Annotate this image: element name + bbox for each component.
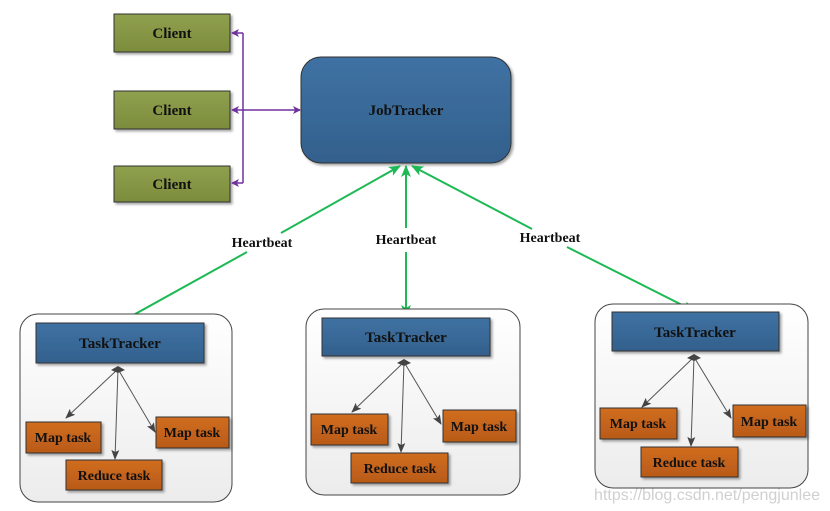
map-task-label: Map task <box>35 431 92 446</box>
tasktracker-label: TaskTracker <box>79 336 161 352</box>
client-label: Client <box>152 103 191 119</box>
map-task-box-2[interactable]: Map task <box>442 409 517 443</box>
heartbeat-arrow-right-up <box>411 165 533 230</box>
map-task-box-2[interactable]: Map task <box>732 404 807 438</box>
map-task-label: Map task <box>164 426 221 441</box>
map-task-label: Map task <box>741 415 798 430</box>
tasktracker-box[interactable]: TaskTracker <box>321 317 491 357</box>
heartbeat-label-right: Heartbeat <box>520 231 581 246</box>
reduce-task-label: Reduce task <box>364 462 437 477</box>
heartbeat-label-left: Heartbeat <box>232 236 293 251</box>
heartbeat-arrow-right-down <box>566 246 695 312</box>
heartbeat-arrow-left-down <box>118 251 248 324</box>
client-connector <box>231 29 301 187</box>
client-label: Client <box>152 26 191 42</box>
heartbeat-label-center: Heartbeat <box>376 233 437 248</box>
tasktracker-node-2: TaskTracker Map task Map task Reduce tas… <box>305 308 521 496</box>
tasktracker-label: TaskTracker <box>654 325 736 341</box>
watermark: https://blog.csdn.net/pengjunlee <box>594 487 820 504</box>
tasktracker-node-3: TaskTracker Map task Map task Reduce tas… <box>594 303 809 489</box>
map-task-label: Map task <box>451 420 508 435</box>
heartbeat-arrow-left-up <box>280 165 401 234</box>
client-box-1[interactable]: Client <box>113 13 231 53</box>
reduce-task-box[interactable]: Reduce task <box>640 446 739 478</box>
map-task-box-1[interactable]: Map task <box>310 413 389 446</box>
tasktracker-box[interactable]: TaskTracker <box>611 311 780 352</box>
map-task-box-1[interactable]: Map task <box>25 421 102 454</box>
client-label: Client <box>152 177 191 193</box>
diagram-canvas: Client Client Client JobTracker Heartbea… <box>19 13 820 504</box>
map-task-box-2[interactable]: Map task <box>155 416 230 449</box>
reduce-task-label: Reduce task <box>653 456 726 471</box>
reduce-task-label: Reduce task <box>78 469 151 484</box>
tasktracker-node-1: TaskTracker Map task Map task Reduce tas… <box>19 313 233 503</box>
jobtracker-box[interactable]: JobTracker <box>300 56 512 164</box>
map-task-label: Map task <box>610 417 667 432</box>
map-task-label: Map task <box>321 423 378 438</box>
map-task-box-1[interactable]: Map task <box>599 407 678 440</box>
tasktracker-label: TaskTracker <box>365 330 447 346</box>
client-box-3[interactable]: Client <box>113 165 231 203</box>
tasktracker-box[interactable]: TaskTracker <box>35 322 205 364</box>
reduce-task-box[interactable]: Reduce task <box>65 459 163 491</box>
reduce-task-box[interactable]: Reduce task <box>350 452 449 484</box>
jobtracker-label: JobTracker <box>369 103 444 119</box>
client-box-2[interactable]: Client <box>113 90 231 130</box>
